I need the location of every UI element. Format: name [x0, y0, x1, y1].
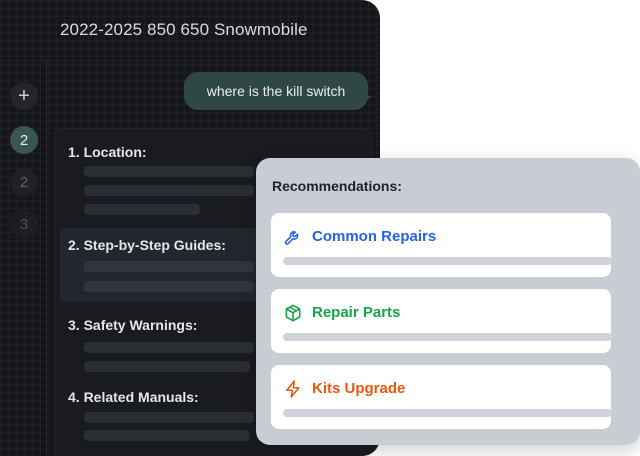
lightning-icon: [285, 380, 300, 398]
header-divider: [0, 60, 380, 61]
new-chat-button[interactable]: +: [10, 82, 38, 110]
user-message-bubble: where is the kill switch: [184, 72, 368, 110]
skeleton-line: [84, 430, 250, 441]
window-title: 2022-2025 850 650 Snowmobile: [60, 20, 308, 39]
section-title-manuals: 4. Related Manuals:: [68, 389, 199, 405]
recommendation-repair-parts[interactable]: Repair Parts: [271, 289, 612, 353]
sidebar-item-label: 2: [19, 131, 29, 149]
recommendation-kits-upgrade[interactable]: Kits Upgrade: [271, 365, 612, 429]
skeleton-bar: [283, 409, 612, 417]
wrench-icon: [284, 231, 299, 245]
skeleton-line: [84, 185, 254, 196]
skeleton-bar: [283, 333, 612, 341]
section-title-warnings: 3. Safety Warnings:: [68, 317, 198, 333]
sidebar-item-label: 2: [19, 173, 29, 191]
skeleton-line: [84, 166, 254, 177]
recommendation-label: Repair Parts: [312, 304, 401, 321]
sidebar-item-3[interactable]: 3: [10, 210, 38, 238]
sidebar-item-1[interactable]: 2: [10, 126, 38, 154]
box-icon: [285, 304, 301, 322]
skeleton-bar: [283, 257, 612, 265]
skeleton-line: [84, 281, 254, 292]
skeleton-line: [84, 361, 250, 372]
sidebar-item-2[interactable]: 2: [10, 168, 38, 196]
recommendation-label: Common Repairs: [312, 228, 437, 245]
skeleton-line: [84, 342, 254, 353]
skeleton-line: [84, 412, 254, 423]
recommendations-title: Recommendations:: [272, 178, 402, 194]
sidebar-divider: [46, 60, 47, 456]
section-title-guides: 2. Step-by-Step Guides:: [68, 237, 226, 253]
sidebar-item-label: 3: [19, 215, 29, 233]
recommendations-panel: Recommendations: Common Repairs Repair P…: [256, 158, 640, 445]
section-title-location: 1. Location:: [68, 144, 147, 160]
recommendation-label: Kits Upgrade: [312, 380, 406, 397]
recommendation-common-repairs[interactable]: Common Repairs: [271, 213, 612, 277]
skeleton-line: [84, 204, 200, 215]
user-message-text: where is the kill switch: [206, 83, 346, 99]
plus-icon: +: [18, 84, 30, 107]
bubble-tail: [362, 96, 372, 104]
skeleton-line: [84, 261, 254, 272]
